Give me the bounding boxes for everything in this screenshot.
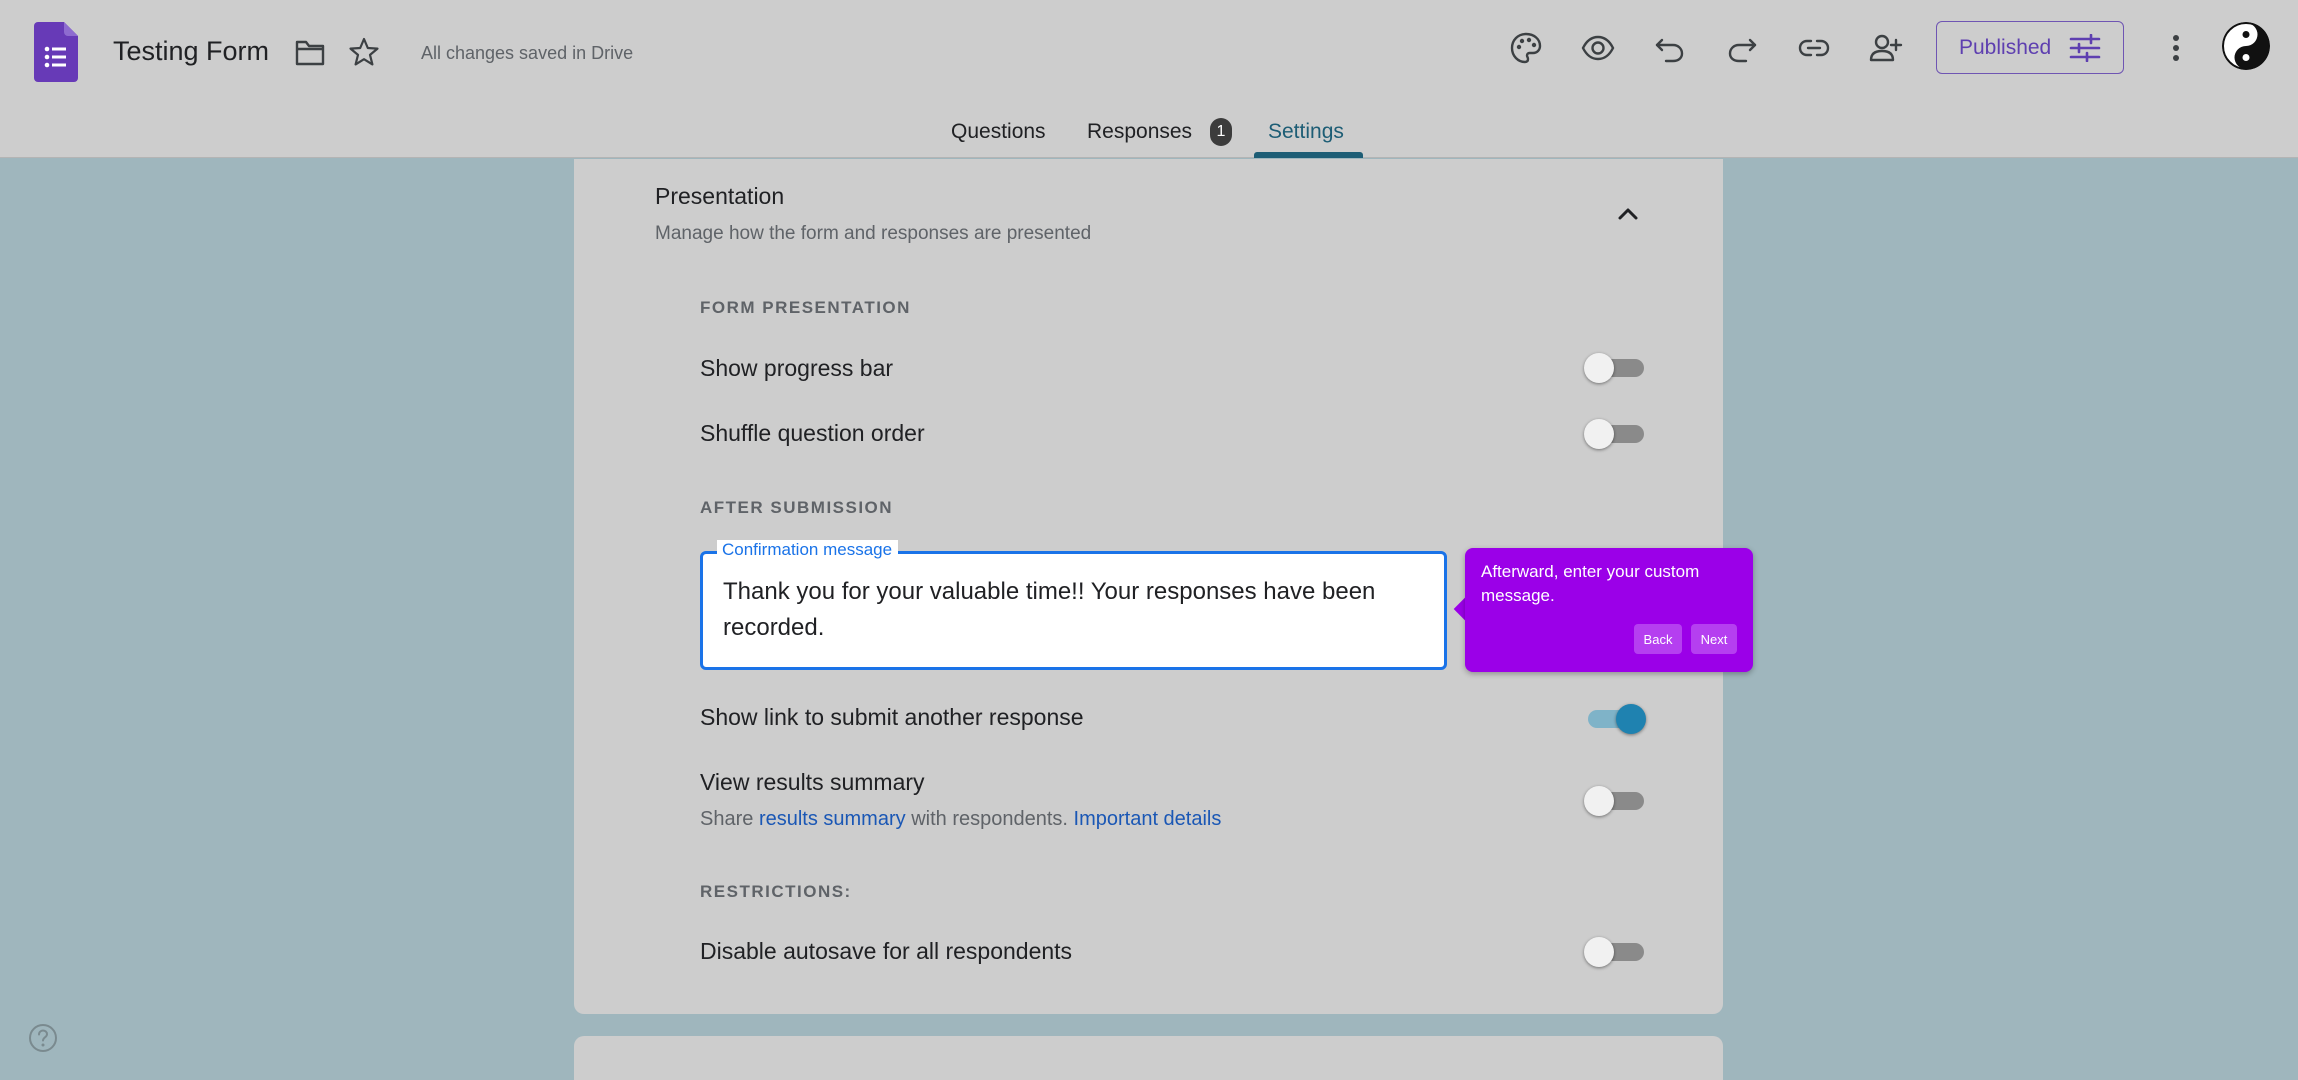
show-progress-bar-toggle[interactable] (1584, 350, 1646, 384)
show-progress-bar-label: Show progress bar (700, 355, 894, 381)
form-title[interactable]: Testing Form (113, 36, 269, 67)
tab-responses[interactable]: Responses (1087, 120, 1192, 144)
form-presentation-heading: FORM PRESENTATION (700, 298, 911, 317)
results-summary-link[interactable]: results summary (759, 808, 906, 830)
after-submission-heading: AFTER SUBMISSION (700, 498, 894, 517)
folder-icon[interactable] (294, 38, 326, 68)
help-icon[interactable] (27, 1022, 59, 1054)
confirmation-message-value[interactable]: Thank you for your valuable time!! Your … (723, 574, 1423, 646)
next-settings-card (574, 1036, 1723, 1080)
responses-count-badge: 1 (1210, 118, 1232, 146)
active-tab-indicator (1254, 152, 1363, 158)
redo-icon[interactable] (1724, 30, 1760, 66)
results-desc-mid: with respondents. (905, 808, 1074, 830)
tooltip-back-button[interactable]: Back (1634, 624, 1682, 654)
save-status: All changes saved in Drive (421, 43, 634, 63)
tune-sliders-icon (2069, 33, 2101, 62)
tooltip-text: Afterward, enter your custom message. (1481, 562, 1700, 605)
add-collaborator-icon[interactable] (1868, 30, 1904, 66)
restrictions-heading: RESTRICTIONS: (700, 882, 852, 901)
google-forms-logo-icon[interactable] (34, 22, 78, 82)
disable-autosave-toggle[interactable] (1584, 934, 1646, 968)
published-button[interactable]: Published (1936, 21, 2124, 74)
section-title: Presentation (655, 183, 785, 209)
tab-settings[interactable]: Settings (1268, 120, 1344, 144)
undo-icon[interactable] (1652, 30, 1688, 66)
shuffle-question-order-toggle[interactable] (1584, 416, 1646, 450)
important-details-link[interactable]: Important details (1074, 808, 1222, 830)
account-avatar[interactable] (2222, 22, 2270, 70)
disable-autosave-label: Disable autosave for all respondents (700, 938, 1073, 964)
palette-icon[interactable] (1508, 30, 1544, 66)
shuffle-question-order-label: Shuffle question order (700, 420, 925, 446)
app-header: Testing Form All changes saved in Drive … (0, 0, 2298, 158)
view-results-summary-label: View results summary (700, 769, 925, 795)
chevron-up-icon[interactable] (1614, 200, 1642, 228)
section-subtitle: Manage how the form and responses are pr… (655, 223, 1092, 244)
confirmation-message-label: Confirmation message (717, 540, 899, 560)
star-icon[interactable] (348, 36, 380, 68)
link-icon[interactable] (1796, 30, 1832, 66)
more-vert-icon[interactable] (2164, 30, 2188, 66)
results-desc-prefix: Share (700, 808, 759, 830)
tab-questions[interactable]: Questions (951, 120, 1046, 144)
published-label: Published (1959, 35, 2052, 59)
tooltip-next-button[interactable]: Next (1691, 624, 1737, 654)
show-link-toggle[interactable] (1584, 701, 1646, 735)
view-results-summary-toggle[interactable] (1584, 783, 1646, 817)
show-link-label: Show link to submit another response (700, 704, 1084, 730)
view-results-summary-description: Share results summary with respondents. … (700, 808, 1221, 831)
preview-eye-icon[interactable] (1580, 30, 1616, 66)
form-tabs: Questions Responses 1 Settings (0, 112, 2298, 158)
